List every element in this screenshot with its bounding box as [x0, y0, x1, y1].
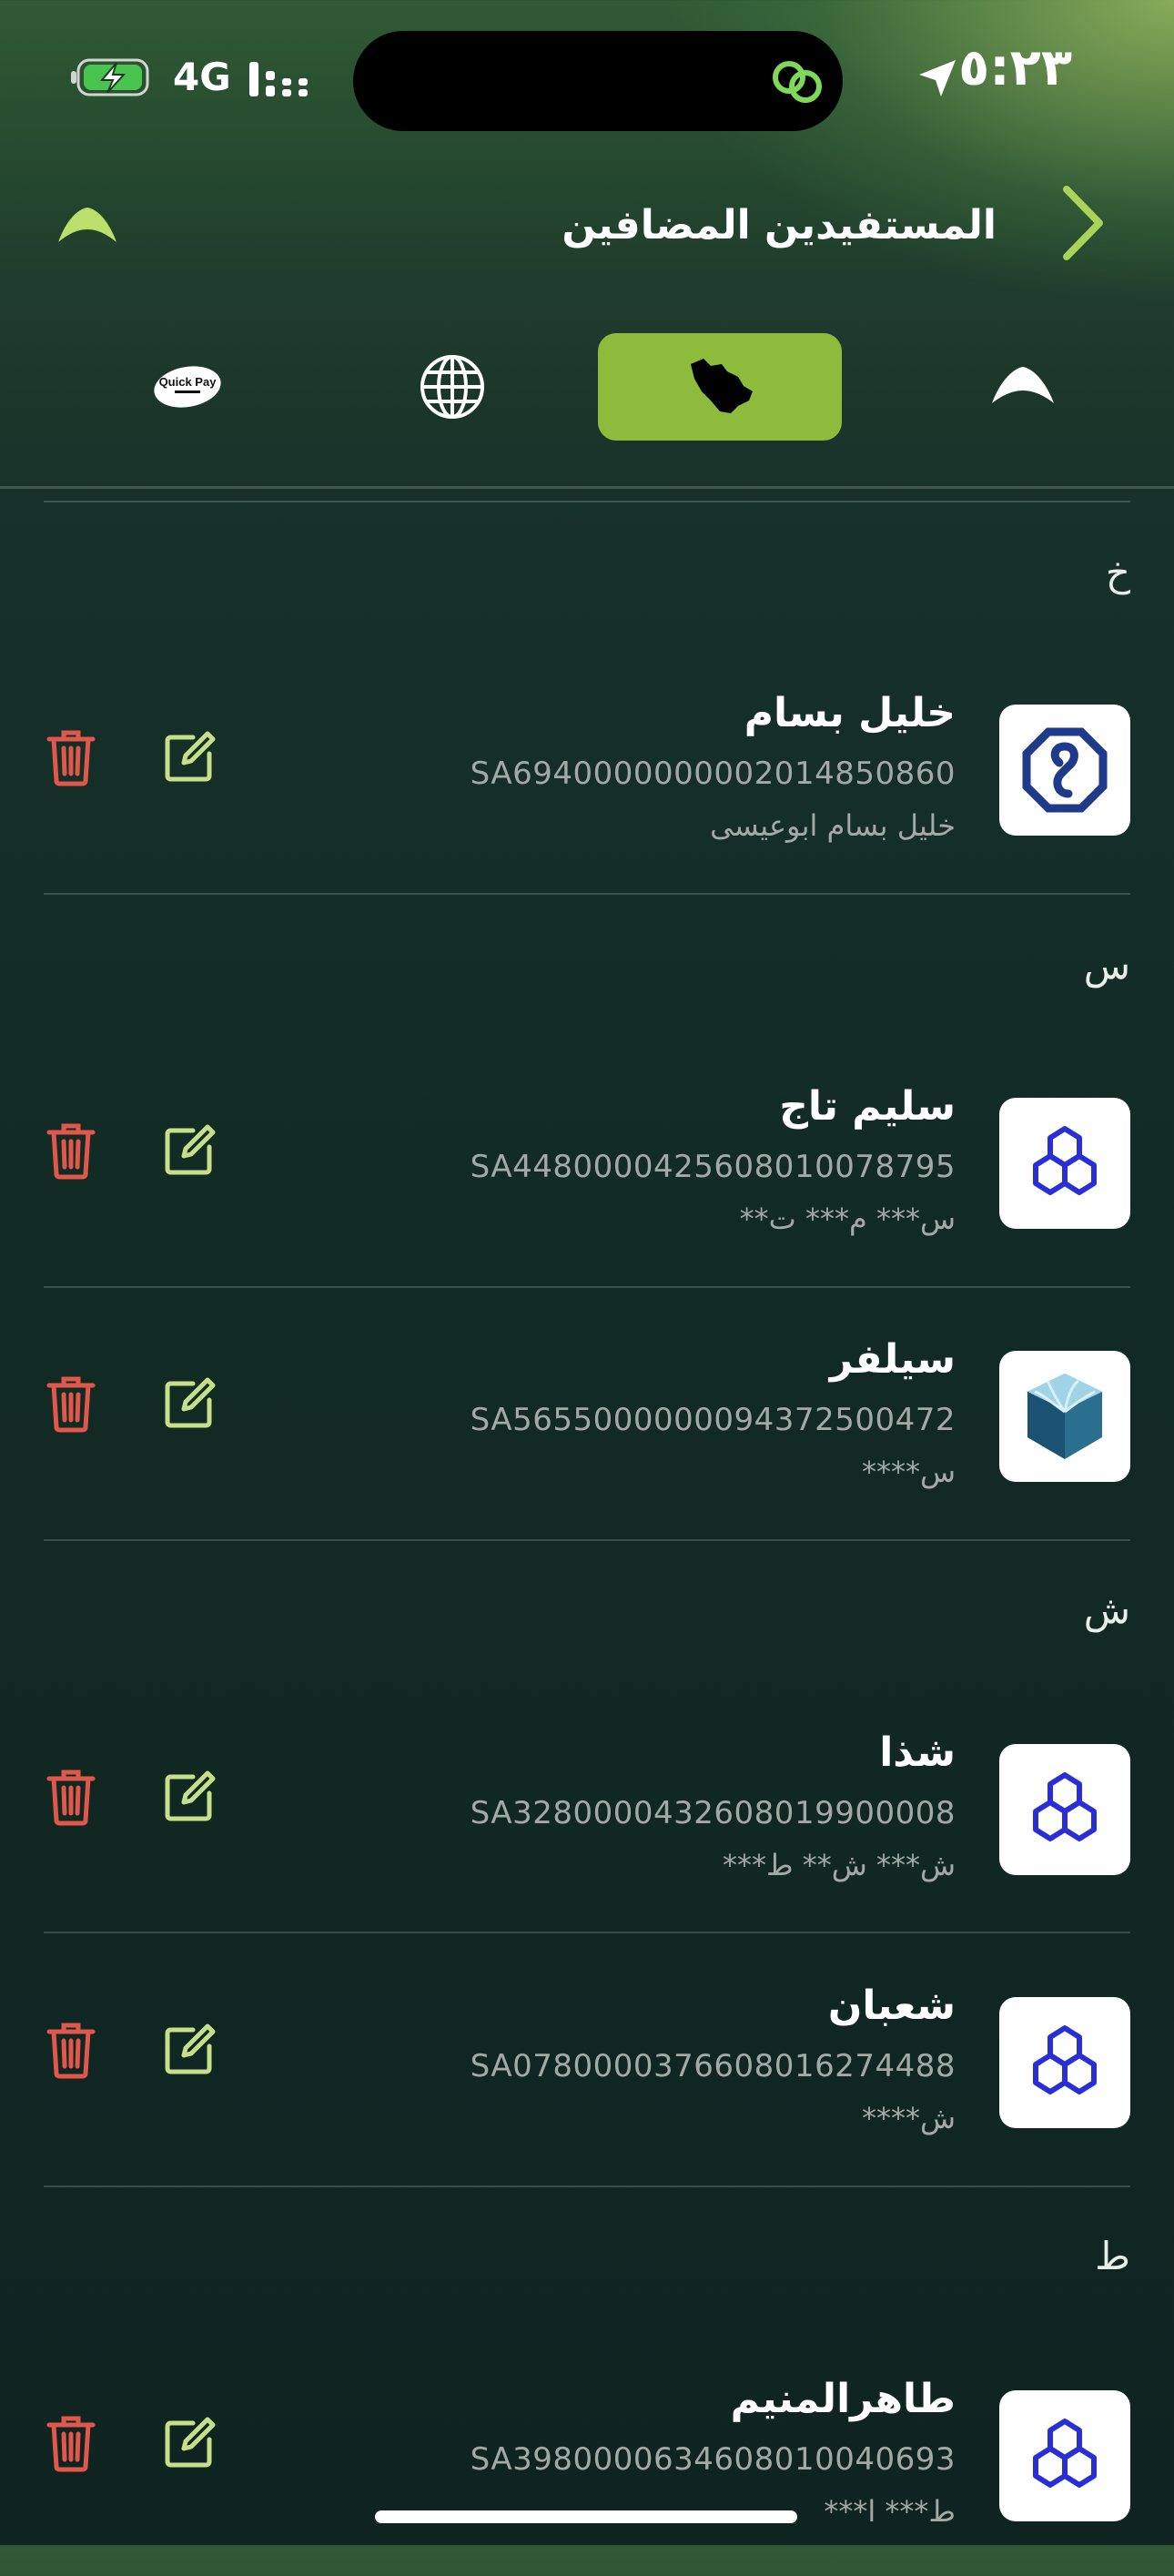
link-icon — [773, 61, 822, 103]
beneficiary-fullname: س*** م*** ت** — [739, 1202, 956, 1236]
tab-international[interactable] — [330, 333, 574, 441]
rajhi-bank-icon — [999, 1744, 1130, 1875]
divider — [0, 486, 1174, 489]
beneficiary-name: طاهرالمنيم — [730, 2376, 956, 2422]
edit-icon[interactable] — [162, 2416, 217, 2470]
home-indicator[interactable] — [375, 2510, 797, 2523]
trash-icon[interactable] — [46, 1374, 96, 1433]
dynamic-island — [353, 31, 843, 131]
tab-quick-pay[interactable]: Quick Pay — [66, 333, 309, 441]
list-item[interactable]: طاهرالمنيم SA3980000634608010040693 ط***… — [0, 2358, 1174, 2576]
trash-icon[interactable] — [46, 1768, 96, 1826]
quick-pay-label: Quick Pay — [159, 375, 218, 389]
list-item[interactable]: شذا SA3280000432608019900008 ش*** ش** ط*… — [0, 1711, 1174, 1930]
beneficiary-fullname: ش**** — [861, 2101, 956, 2135]
beneficiary-name: شعبان — [827, 1983, 956, 2029]
rajhi-bank-icon — [999, 1997, 1130, 2128]
divider — [44, 1286, 1130, 1288]
edit-icon[interactable] — [162, 730, 217, 785]
status-time: ٥:٢٣ — [958, 38, 1072, 97]
edit-icon[interactable] — [162, 1770, 217, 1824]
battery-charging-icon — [71, 58, 149, 96]
alinma-bank-icon — [999, 705, 1130, 836]
divider — [44, 2186, 1130, 2187]
beneficiary-iban: SA6940000000002014850860 — [470, 756, 956, 792]
beneficiary-name: سليم تاج — [779, 1083, 956, 1130]
beneficiary-name: شذا — [879, 1729, 956, 1776]
trash-icon[interactable] — [46, 2414, 96, 2472]
saudi-map-icon — [691, 359, 753, 413]
bank-logo-icon — [58, 208, 116, 242]
list-item[interactable]: سيلفر SA5655000000094372500472 س**** — [0, 1318, 1174, 1536]
location-arrow-icon — [919, 60, 956, 96]
edit-icon[interactable] — [162, 1376, 217, 1431]
beneficiary-iban: SA5655000000094372500472 — [470, 1402, 956, 1438]
trash-icon[interactable] — [46, 2021, 96, 2079]
beneficiary-iban: SA3980000634608010040693 — [470, 2441, 956, 2478]
divider — [44, 501, 1130, 502]
quick-pay-icon: Quick Pay — [154, 366, 221, 408]
globe-icon — [420, 355, 484, 419]
section-letter: س — [1083, 943, 1130, 988]
edit-icon[interactable] — [162, 1123, 217, 1178]
beneficiary-iban: SA3280000432608019900008 — [470, 1795, 956, 1831]
beneficiary-iban: SA4480000425608010078795 — [470, 1149, 956, 1185]
top-nav: المستفيدين المضافين — [0, 164, 1174, 291]
rajhi-bank-icon — [999, 2390, 1130, 2521]
section-letter: خ — [1105, 550, 1130, 594]
section-letter: ط — [1095, 2234, 1130, 2278]
section-letter: ش — [1083, 1587, 1130, 1632]
beneficiary-fullname: ط*** ا*** — [824, 2494, 956, 2529]
rajhi-bank-icon — [999, 1098, 1130, 1229]
signal-bars-icon — [249, 62, 308, 96]
list-item[interactable]: سليم تاج SA4480000425608010078795 س*** م… — [0, 1065, 1174, 1283]
status-bar: 4G ٥:٢٣ — [0, 0, 1174, 155]
divider — [44, 1932, 1130, 1933]
bank-logo-icon — [992, 367, 1054, 403]
beneficiary-name: سيلفر — [829, 1336, 956, 1383]
beneficiary-name: خليل بسام — [744, 690, 956, 736]
beneficiary-fullname: س**** — [861, 1455, 956, 1489]
beneficiary-fullname: ش*** ش** ط*** — [722, 1848, 956, 1882]
tab-saudi-map[interactable] — [598, 333, 842, 441]
list-item[interactable]: شعبان SA0780000376608016274488 ش**** — [0, 1964, 1174, 2183]
tab-local-bank[interactable] — [901, 333, 1145, 441]
edit-icon[interactable] — [162, 2023, 217, 2077]
network-type: 4G — [173, 55, 231, 99]
list-item[interactable]: خليل بسام SA6940000000002014850860 خليل … — [0, 672, 1174, 890]
divider — [44, 1539, 1130, 1541]
divider — [44, 893, 1130, 895]
page-title: المستفيدين المضافين — [562, 202, 997, 248]
trash-icon[interactable] — [46, 1121, 96, 1180]
beneficiary-fullname: خليل بسام ابوعيسى — [710, 808, 956, 843]
trash-icon[interactable] — [46, 728, 96, 786]
beneficiary-iban: SA0780000376608016274488 — [470, 2048, 956, 2084]
jazira-bank-icon — [999, 1351, 1130, 1482]
